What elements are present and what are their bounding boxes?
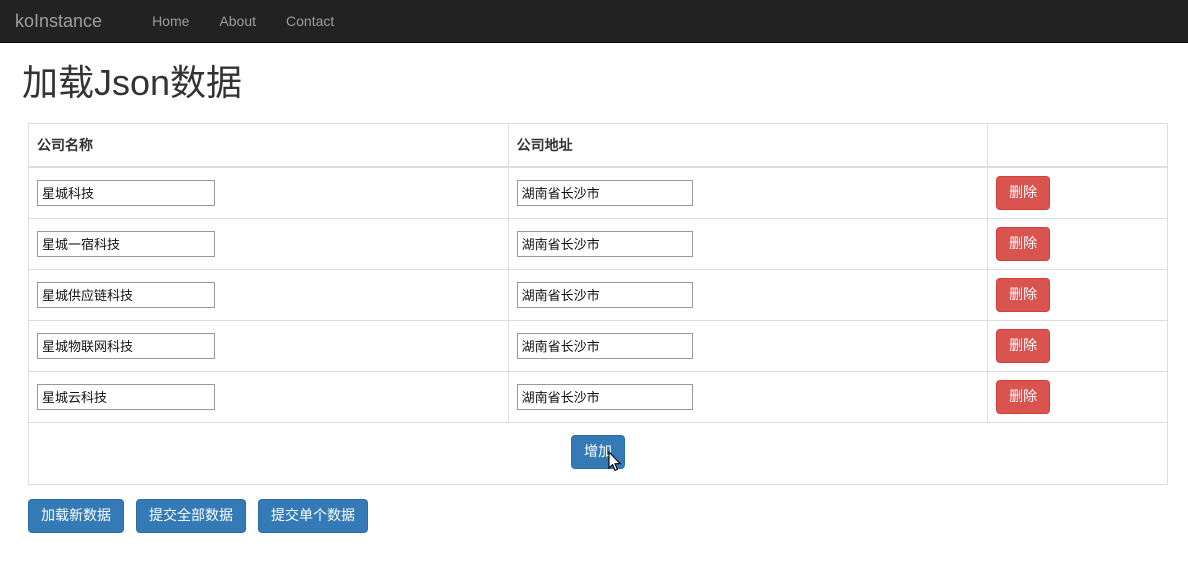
- add-row-button[interactable]: 增加: [571, 435, 625, 470]
- company-address-cell: [508, 370, 989, 423]
- company-name-cell: [28, 268, 509, 321]
- add-row-cell: 增加: [28, 421, 1168, 485]
- navbar: koInstance Home About Contact: [0, 0, 1188, 43]
- company-name-cell: [28, 319, 509, 372]
- company-address-input[interactable]: [516, 281, 693, 308]
- row-action-cell: 删除: [987, 319, 1168, 372]
- table-row: 删除: [28, 319, 1168, 372]
- navbar-links: Home About Contact: [137, 11, 349, 31]
- submit-all-data-button[interactable]: 提交全部数据: [136, 498, 246, 533]
- nav-link-contact[interactable]: Contact: [271, 11, 349, 31]
- table-header-row: 公司名称 公司地址: [28, 123, 1168, 168]
- company-address-cell: [508, 217, 989, 270]
- table-head: 公司名称 公司地址: [28, 123, 1168, 168]
- company-address-cell: [508, 268, 989, 321]
- navbar-brand[interactable]: koInstance: [15, 11, 117, 31]
- column-header-address: 公司地址: [508, 123, 989, 168]
- table-body: 删除 删除: [28, 166, 1168, 423]
- submit-single-data-button[interactable]: 提交单个数据: [258, 498, 368, 533]
- company-name-cell: [28, 217, 509, 270]
- company-address-input[interactable]: [516, 332, 693, 359]
- company-address-input[interactable]: [516, 230, 693, 257]
- company-address-cell: [508, 166, 989, 219]
- row-action-cell: 删除: [987, 370, 1168, 423]
- company-name-input[interactable]: [37, 281, 215, 308]
- table-row: 删除: [28, 268, 1168, 321]
- company-name-cell: [28, 370, 509, 423]
- delete-row-button[interactable]: 删除: [996, 379, 1051, 414]
- delete-row-button[interactable]: 删除: [996, 175, 1051, 210]
- column-header-action: [987, 123, 1168, 168]
- bottom-action-bar: 加载新数据 提交全部数据 提交单个数据: [28, 498, 1168, 533]
- nav-link-home[interactable]: Home: [137, 11, 204, 31]
- company-name-input[interactable]: [37, 332, 215, 359]
- company-name-input[interactable]: [37, 383, 215, 410]
- company-address-input[interactable]: [516, 383, 693, 410]
- main-container: 加载Json数据 公司名称 公司地址 删除: [20, 63, 1168, 533]
- company-name-input[interactable]: [37, 179, 215, 206]
- row-action-cell: 删除: [987, 217, 1168, 270]
- table-row: 删除: [28, 370, 1168, 423]
- table-row: 删除: [28, 166, 1168, 219]
- row-action-cell: 删除: [987, 268, 1168, 321]
- company-table: 公司名称 公司地址 删除: [28, 122, 1168, 485]
- nav-link-about[interactable]: About: [204, 11, 271, 31]
- row-action-cell: 删除: [987, 166, 1168, 219]
- company-address-cell: [508, 319, 989, 372]
- delete-row-button[interactable]: 删除: [996, 226, 1051, 261]
- company-name-cell: [28, 166, 509, 219]
- load-new-data-button[interactable]: 加载新数据: [28, 498, 124, 533]
- delete-row-button[interactable]: 删除: [996, 277, 1051, 312]
- company-name-input[interactable]: [37, 230, 215, 257]
- company-address-input[interactable]: [516, 179, 693, 206]
- table-foot: 增加: [28, 421, 1168, 485]
- delete-row-button[interactable]: 删除: [996, 328, 1051, 363]
- page-title: 加载Json数据: [22, 62, 243, 103]
- table-footer-row: 增加: [28, 421, 1168, 485]
- table-row: 删除: [28, 217, 1168, 270]
- column-header-name: 公司名称: [28, 123, 509, 168]
